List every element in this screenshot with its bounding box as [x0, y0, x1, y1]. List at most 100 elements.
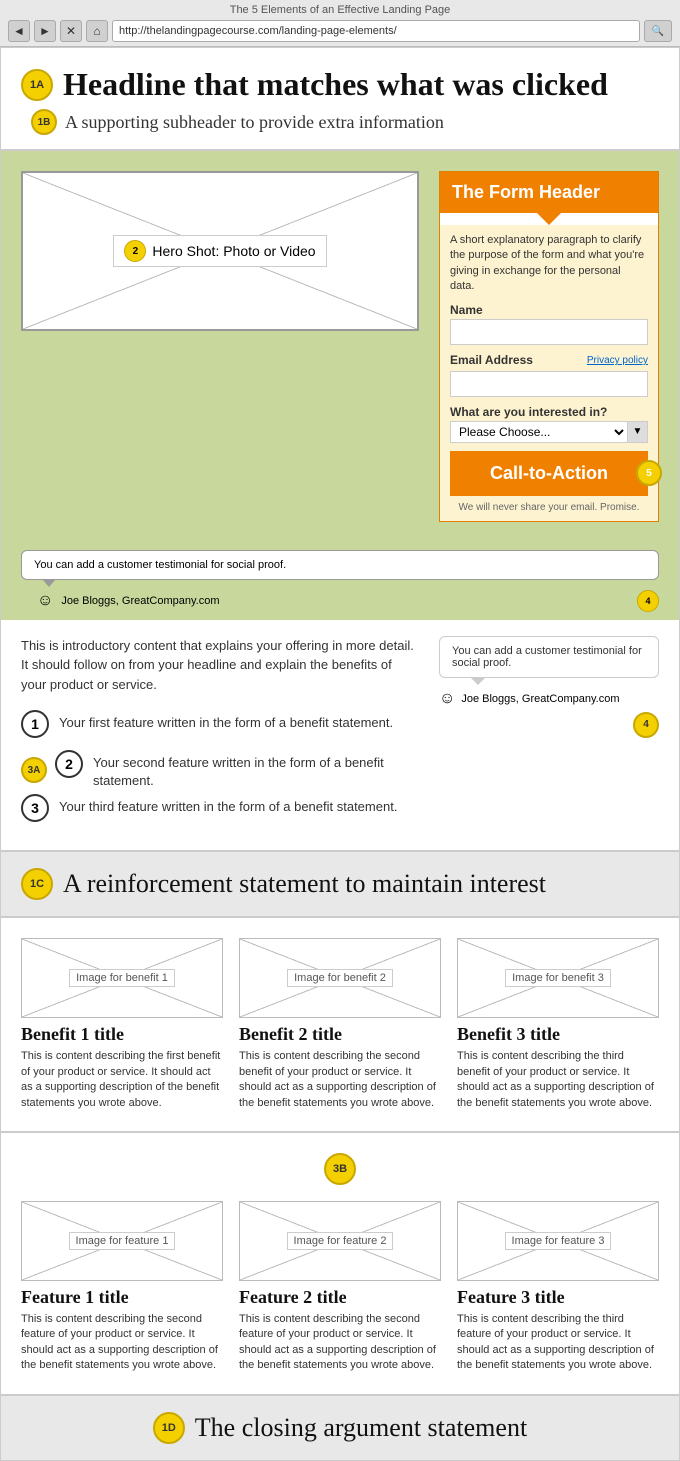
back-button[interactable]: ◄	[8, 20, 30, 42]
closing-text: The closing argument statement	[195, 1413, 527, 1443]
testimonial-bubble-top: You can add a customer testimonial for s…	[21, 550, 659, 580]
hero-label-text: Hero Shot: Photo or Video	[152, 243, 315, 259]
feature-image-label-3: Image for feature 3	[505, 1232, 612, 1250]
form-email-label: Email Address	[450, 353, 533, 367]
badge-1a: 1A	[21, 69, 53, 101]
feature-desc-1: This is content describing the second fe…	[21, 1312, 223, 1374]
feature-image-label-2: Image for feature 2	[287, 1232, 394, 1250]
features-section: 3B Image for feature 1 Feature 1 title T…	[1, 1133, 679, 1396]
feature-card-2: Image for feature 2 Feature 2 title This…	[239, 1201, 441, 1374]
feature-image-2: Image for feature 2	[239, 1201, 441, 1281]
privacy-link[interactable]: Privacy policy	[587, 355, 648, 366]
feature-item-2: 2 Your second feature written in the for…	[55, 750, 419, 790]
address-bar[interactable]	[112, 20, 640, 42]
testimonial-text-top: You can add a customer testimonial for s…	[34, 559, 286, 571]
form-email-input[interactable]	[450, 371, 648, 397]
benefit-item-3: Image for benefit 3 Benefit 3 title This…	[457, 938, 659, 1111]
benefit-title-1: Benefit 1 title	[21, 1024, 223, 1045]
testimonial-author-name-right: Joe Bloggs, GreatCompany.com	[461, 693, 619, 705]
benefit-title-2: Benefit 2 title	[239, 1024, 441, 1045]
testimonial-author-top: Joe Bloggs, GreatCompany.com	[61, 595, 219, 607]
headline-row: 1A Headline that matches what was clicke…	[21, 66, 659, 103]
smiley-icon-right: ☺	[439, 690, 455, 708]
feature-item-3: 3 Your third feature written in the form…	[21, 794, 419, 822]
feature-number-3: 3	[21, 794, 49, 822]
testimonial-author-row-top: ☺ Joe Bloggs, GreatCompany.com 4	[21, 590, 659, 612]
subheader-row: 1B A supporting subheader to provide ext…	[21, 109, 659, 135]
benefit-image-label-1: Image for benefit 1	[69, 969, 175, 987]
feature-item-1: 1 Your first feature written in the form…	[21, 710, 419, 738]
main-headline: Headline that matches what was clicked	[63, 66, 608, 103]
testimonial-text-right: You can add a customer testimonial for s…	[452, 645, 642, 669]
browser-title: The 5 Elements of an Effective Landing P…	[8, 4, 672, 16]
features-grid: Image for feature 1 Feature 1 title This…	[21, 1201, 659, 1374]
feature-text-2: Your second feature written in the form …	[93, 750, 419, 790]
benefit-desc-1: This is content describing the first ben…	[21, 1049, 223, 1111]
hero-right: The Form Header A short explanatory para…	[439, 171, 659, 522]
search-button[interactable]: 🔍	[644, 20, 672, 42]
hero-left: 2 Hero Shot: Photo or Video	[21, 171, 419, 331]
feature-title-3: Feature 3 title	[457, 1287, 659, 1308]
cta-button[interactable]: Call-to-Action 5	[450, 451, 648, 496]
feature-item-2-wrapper: 3A 2 Your second feature written in the …	[21, 750, 419, 790]
benefit-image-2: Image for benefit 2	[239, 938, 441, 1018]
feature-image-label-1: Image for feature 1	[69, 1232, 176, 1250]
browser-toolbar: ◄ ► ✕ ⌂ 🔍	[8, 20, 672, 42]
feature-text-1: Your first feature written in the form o…	[59, 710, 393, 732]
benefit-image-label-3: Image for benefit 3	[505, 969, 611, 987]
form-container: The Form Header A short explanatory para…	[439, 171, 659, 522]
benefits-section: Image for benefit 1 Benefit 1 title This…	[1, 918, 679, 1133]
testimonial-section-top: You can add a customer testimonial for s…	[1, 542, 679, 620]
benefit-item-1: Image for benefit 1 Benefit 1 title This…	[21, 938, 223, 1111]
feature-card-3: Image for feature 3 Feature 3 title This…	[457, 1201, 659, 1374]
benefit-desc-3: This is content describing the third ben…	[457, 1049, 659, 1111]
header-section: 1A Headline that matches what was clicke…	[1, 48, 679, 151]
form-email-label-row: Email Address Privacy policy	[450, 353, 648, 369]
form-triangle	[537, 213, 561, 225]
form-name-label: Name	[450, 303, 648, 317]
benefit-desc-2: This is content describing the second be…	[239, 1049, 441, 1111]
forward-button[interactable]: ►	[34, 20, 56, 42]
testimonial-author-right: ☺ Joe Bloggs, GreatCompany.com	[439, 690, 659, 708]
form-select-wrap: Please Choose... Option 1 Option 2 Optio…	[450, 421, 648, 443]
hero-label: 2 Hero Shot: Photo or Video	[113, 235, 326, 267]
feature-image-3: Image for feature 3	[457, 1201, 659, 1281]
feature-image-1: Image for feature 1	[21, 1201, 223, 1281]
hero-image: 2 Hero Shot: Photo or Video	[21, 171, 419, 331]
badge-1b: 1B	[31, 109, 57, 135]
benefit-title-3: Benefit 3 title	[457, 1024, 659, 1045]
page-content: 1A Headline that matches what was clicke…	[0, 47, 680, 1461]
testimonial-badge-right-wrap: 4	[439, 712, 659, 738]
stop-button[interactable]: ✕	[60, 20, 82, 42]
select-arrow-icon: ▼	[627, 422, 647, 442]
benefits-grid: Image for benefit 1 Benefit 1 title This…	[21, 938, 659, 1111]
browser-chrome: The 5 Elements of an Effective Landing P…	[0, 0, 680, 47]
badge-3a: 3A	[21, 757, 47, 783]
form-body: A short explanatory paragraph to clarify…	[440, 225, 658, 521]
feature-title-2: Feature 2 title	[239, 1287, 441, 1308]
badge-1c: 1C	[21, 868, 53, 900]
hero-section: 2 Hero Shot: Photo or Video The Form Hea…	[1, 151, 679, 542]
closing-section: 1D The closing argument statement	[1, 1396, 679, 1460]
reinforcement-text: A reinforcement statement to maintain in…	[63, 869, 546, 899]
cta-label: Call-to-Action	[490, 463, 608, 483]
cta-badge: 5	[636, 460, 662, 486]
content-right: You can add a customer testimonial for s…	[439, 636, 659, 835]
intro-text: This is introductory content that explai…	[21, 636, 419, 695]
testimonial-bubble-right: You can add a customer testimonial for s…	[439, 636, 659, 678]
form-disclaimer: We will never share your email. Promise.	[450, 502, 648, 513]
benefit-image-3: Image for benefit 3	[457, 938, 659, 1018]
feature-number-1: 1	[21, 710, 49, 738]
form-name-input[interactable]	[450, 319, 648, 345]
benefit-image-label-2: Image for benefit 2	[287, 969, 393, 987]
content-left: This is introductory content that explai…	[21, 636, 419, 835]
feature-number-2: 2	[55, 750, 83, 778]
form-header: The Form Header	[440, 172, 658, 213]
testimonial-badge-top: 4	[637, 590, 659, 612]
home-button[interactable]: ⌂	[86, 20, 108, 42]
benefit-item-2: Image for benefit 2 Benefit 2 title This…	[239, 938, 441, 1111]
form-description: A short explanatory paragraph to clarify…	[450, 233, 648, 295]
badge-1d: 1D	[153, 1412, 185, 1444]
testimonial-badge-right: 4	[633, 712, 659, 738]
form-interest-select[interactable]: Please Choose... Option 1 Option 2 Optio…	[451, 422, 627, 442]
